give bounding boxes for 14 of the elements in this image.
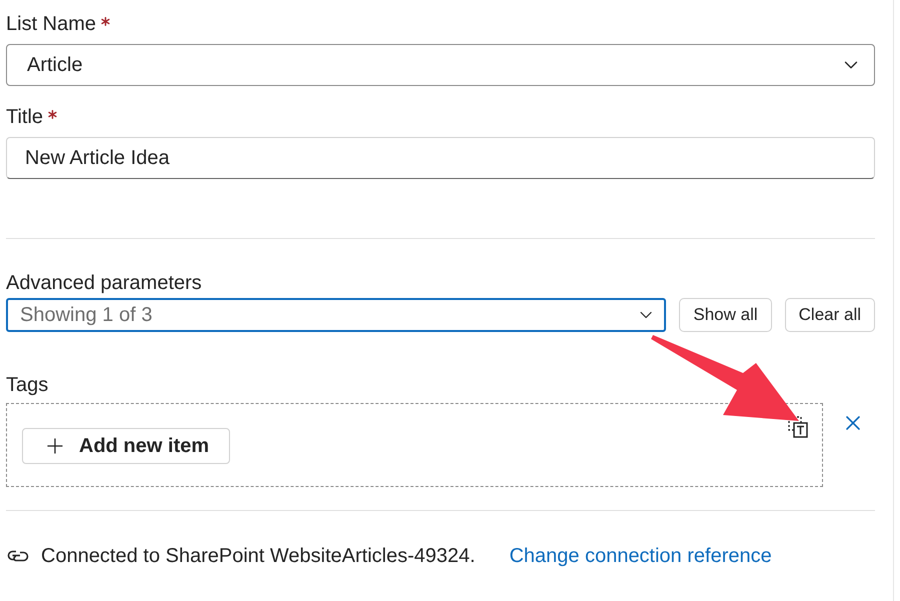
section-label: Advanced parameters — [6, 271, 202, 296]
link-icon — [7, 548, 29, 564]
toolbar-button[interactable]: Clear all — [784, 298, 875, 332]
field-label: Title — [6, 105, 44, 130]
connection-status: Connected to SharePoint WebsiteArticles-49324. — [41, 544, 476, 569]
list-dropdown[interactable]: Article — [6, 44, 875, 86]
text-field[interactable]: New Article Idea — [6, 137, 875, 179]
text-box-icon[interactable] — [788, 416, 808, 438]
toolbar-button[interactable]: Show all — [679, 298, 772, 332]
parameters-dropdown[interactable]: Showing 1 of 3 — [6, 298, 666, 332]
add-item-button[interactable]: Add new item — [22, 428, 230, 464]
field-label: List Name — [6, 12, 96, 37]
change-connection-link[interactable]: Change connection reference — [509, 541, 772, 571]
section-label: Tags — [6, 373, 48, 398]
